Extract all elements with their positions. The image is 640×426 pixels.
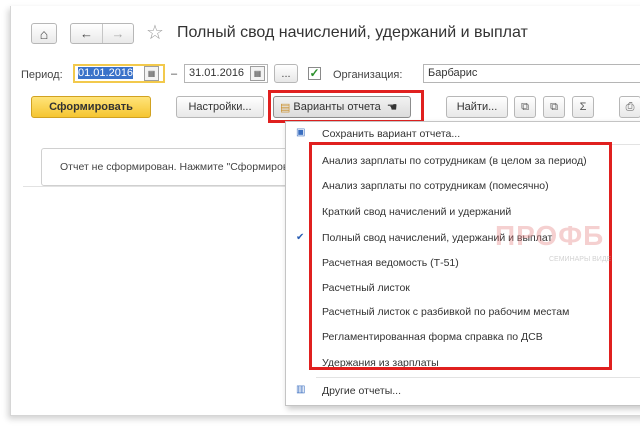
report-window: ⌂ ← → ☆ Полный свод начислений, удержани…	[10, 6, 640, 416]
save-disk-icon: ▣	[296, 127, 306, 138]
favorite-star-icon[interactable]: ☆	[146, 20, 164, 45]
find-button[interactable]: Найти...	[446, 96, 508, 118]
home-icon: ⌂	[39, 25, 49, 42]
sum-icon[interactable]: Σ	[572, 96, 594, 118]
watermark-subtitle: СЕМИНАРЫ ВИДЕ	[549, 256, 612, 263]
calendar-to-icon[interactable]: ▦	[250, 66, 265, 81]
page-title: Полный свод начислений, удержаний и выпл…	[177, 24, 528, 41]
home-button[interactable]: ⌂	[31, 23, 57, 44]
paste-icon[interactable]: ⧉	[543, 96, 565, 118]
period-from-value: 01.01.2016	[78, 67, 134, 79]
reports-list-icon: ▥	[296, 384, 306, 395]
print-icon[interactable]: ⎙	[619, 96, 640, 118]
organization-checkbox[interactable]: ✓	[308, 67, 321, 80]
variants-highlight-frame	[268, 90, 424, 123]
period-to-value: 31.01.2016	[189, 67, 245, 79]
watermark-logo: ПРОФБ	[495, 220, 605, 251]
organization-label: Организация:	[333, 69, 403, 81]
organization-field[interactable]: Барбарис	[423, 64, 640, 83]
navigation-buttons: ← →	[70, 23, 134, 44]
report-divider	[23, 186, 293, 187]
settings-button[interactable]: Настройки...	[176, 96, 264, 118]
back-arrow-icon[interactable]: ←	[71, 24, 102, 43]
generate-button[interactable]: Сформировать	[31, 96, 151, 118]
organization-value: Барбарис	[428, 67, 478, 79]
calendar-from-icon[interactable]: ▦	[144, 66, 159, 81]
period-select-button[interactable]: ...	[274, 64, 298, 83]
period-dash: –	[171, 68, 178, 80]
copy-icon[interactable]: ⧉	[514, 96, 536, 118]
menu-separator	[316, 377, 640, 378]
menu-item-other-reports[interactable]: Другие отчеты...	[322, 385, 401, 397]
period-label: Период:	[21, 69, 63, 81]
menu-item-save-variant[interactable]: Сохранить вариант отчета...	[322, 128, 460, 140]
forward-arrow-icon[interactable]: →	[101, 24, 133, 43]
checkmark-icon: ✔	[296, 232, 305, 243]
